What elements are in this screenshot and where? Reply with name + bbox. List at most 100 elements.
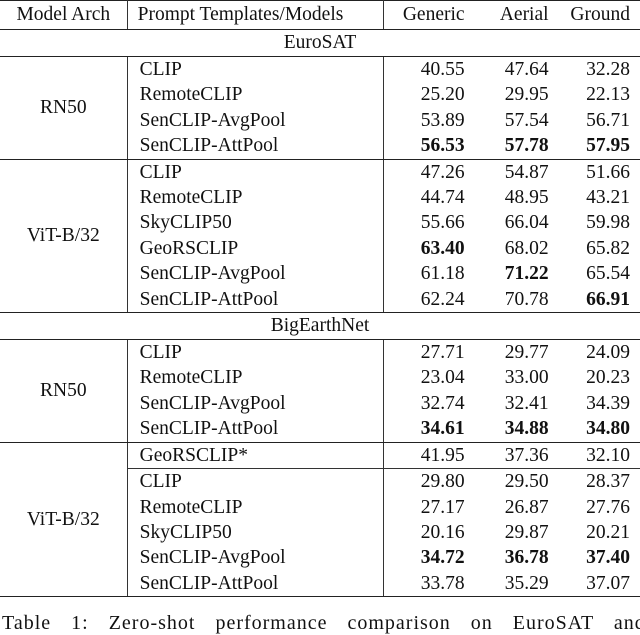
model-name-cell: CLIP [127, 468, 385, 495]
section-title: BigEarthNet [0, 312, 640, 341]
ground-score-cell: 66.91 [564, 286, 640, 314]
model-arch-cell: RN50 [0, 339, 128, 443]
generic-score-cell: 27.17 [420, 496, 465, 518]
ground-score-cell: 51.66 [564, 158, 640, 186]
model-name-cell: SenCLIP-AttPool [127, 416, 385, 443]
aerial-score-cell: 70.78 [480, 286, 565, 314]
generic-score-cell: 53.89 [420, 109, 465, 131]
aerial-score-cell: 68.02 [504, 237, 549, 259]
model-name-cell: SenCLIP-AvgPool [127, 390, 385, 417]
table-body: EuroSAT RN50 CLIP 40.55 47.64 32.28 RemoteCLIP… [0, 29, 640, 598]
header-generic: Generic [383, 0, 481, 30]
header-prompt-templates: Prompt Templates/Models [127, 0, 385, 30]
aerial-score-cell: 37.36 [480, 441, 565, 470]
model-name-cell: SenCLIP-AttPool [127, 133, 385, 160]
ground-score-cell: 56.71 [586, 109, 630, 131]
model-name-cell: CLIP [127, 158, 385, 186]
generic-score-cell: 27.71 [420, 342, 465, 364]
generic-score-cell: 29.80 [420, 471, 465, 493]
generic-score-cell: 63.40 [420, 237, 465, 259]
aerial-score-cell: 29.50 [504, 471, 549, 493]
table-row: RN50 CLIP 27.71 29.77 24.09 [0, 339, 640, 443]
generic-score-cell: 55.66 [420, 212, 465, 234]
section-title: EuroSAT [0, 29, 640, 57]
model-arch-cell: ViT-B/32 [0, 441, 128, 598]
aerial-score-cell: 57.54 [504, 109, 549, 131]
ground-score-cell: 34.39 [586, 392, 630, 414]
ground-score-cell: 20.23 [586, 367, 630, 389]
model-name-cell: CLIP [127, 56, 385, 83]
ground-score-cell: 22.13 [586, 84, 630, 106]
generic-score-cell: 34.61 [383, 416, 481, 443]
header-model-arch: Model Arch [0, 0, 128, 30]
model-name-cell: CLIP [127, 339, 385, 366]
generic-score-cell: 34.72 [420, 547, 465, 569]
section-row: BigEarthNet [0, 312, 640, 341]
ground-score-cell: 37.07 [564, 570, 640, 598]
model-name-cell: SenCLIP-AvgPool [127, 545, 385, 571]
model-name-cell: SenCLIP-AttPool [127, 570, 385, 598]
model-arch-cell: ViT-B/32 [0, 158, 128, 314]
model-arch-cell: RN50 [0, 56, 128, 160]
model-name-cell: SkyCLIP50 [127, 519, 385, 546]
ground-score-cell: 57.95 [564, 133, 640, 160]
model-name-cell: SenCLIP-AvgPool [127, 261, 385, 287]
aerial-score-cell: 32.41 [504, 392, 549, 414]
table-row: ViT-B/32 CLIP 47.26 54.87 51.66 [0, 158, 640, 314]
ground-score-cell: 27.76 [586, 496, 630, 518]
aerial-score-cell: 29.87 [504, 521, 549, 543]
aerial-score-cell: 54.87 [480, 158, 565, 186]
header-aerial: Aerial [480, 0, 565, 30]
aerial-score-cell: 71.22 [504, 263, 549, 285]
model-name-cell: GeoRSCLIP* [127, 441, 385, 470]
generic-score-cell: 44.74 [420, 187, 465, 209]
model-name-cell: RemoteCLIP [127, 82, 385, 108]
model-name-cell: RemoteCLIP [127, 185, 385, 211]
ground-score-cell: 24.09 [586, 342, 630, 364]
table-row: ViT-B/32 GeoRSCLIP* 41.95 37.36 32.10 [0, 441, 640, 598]
model-name-cell: GeoRSCLIP [127, 235, 385, 262]
header-row: Model Arch Prompt Templates/Models Gener… [0, 0, 640, 30]
results-table: Model Arch Prompt Templates/Models Gener… [0, 0, 640, 598]
ground-score-cell: 37.40 [586, 547, 630, 569]
ground-score-cell: 32.28 [586, 59, 630, 80]
aerial-score-cell: 29.95 [504, 84, 549, 106]
generic-score-cell: 33.78 [383, 570, 481, 598]
section-row: EuroSAT [0, 29, 640, 57]
generic-score-cell: 62.24 [383, 286, 481, 314]
generic-score-cell: 40.55 [420, 59, 465, 80]
aerial-score-cell: 35.29 [480, 570, 565, 598]
model-name-cell: RemoteCLIP [127, 494, 385, 520]
aerial-score-cell: 29.77 [504, 342, 549, 364]
generic-score-cell: 25.20 [420, 84, 465, 106]
ground-score-cell: 43.21 [586, 187, 630, 209]
ground-score-cell: 59.98 [586, 212, 630, 234]
aerial-score-cell: 57.78 [480, 133, 565, 160]
table-row: RN50 CLIP 40.55 47.64 32.28 [0, 56, 640, 160]
model-name-cell: SkyCLIP50 [127, 210, 385, 236]
ground-score-cell: 28.37 [586, 471, 630, 493]
generic-score-cell: 47.26 [383, 158, 481, 186]
generic-score-cell: 41.95 [383, 441, 481, 470]
aerial-score-cell: 26.87 [504, 496, 549, 518]
model-name-cell: SenCLIP-AvgPool [127, 107, 385, 134]
generic-score-cell: 20.16 [420, 521, 465, 543]
aerial-score-cell: 34.88 [480, 416, 565, 443]
generic-score-cell: 56.53 [383, 133, 481, 160]
header-ground: Ground [564, 0, 640, 30]
aerial-score-cell: 36.78 [504, 547, 549, 569]
ground-score-cell: 32.10 [564, 441, 640, 470]
ground-score-cell: 65.54 [586, 263, 630, 285]
model-name-cell: RemoteCLIP [127, 365, 385, 391]
model-name-cell: SenCLIP-AttPool [127, 286, 385, 314]
ground-score-cell: 65.82 [586, 237, 630, 259]
generic-score-cell: 23.04 [420, 367, 465, 389]
generic-score-cell: 61.18 [420, 263, 465, 285]
ground-score-cell: 20.21 [586, 521, 630, 543]
aerial-score-cell: 66.04 [504, 212, 549, 234]
aerial-score-cell: 33.00 [504, 367, 549, 389]
aerial-score-cell: 48.95 [504, 187, 549, 209]
generic-score-cell: 32.74 [420, 392, 465, 414]
aerial-score-cell: 47.64 [504, 59, 549, 80]
ground-score-cell: 34.80 [564, 416, 640, 443]
